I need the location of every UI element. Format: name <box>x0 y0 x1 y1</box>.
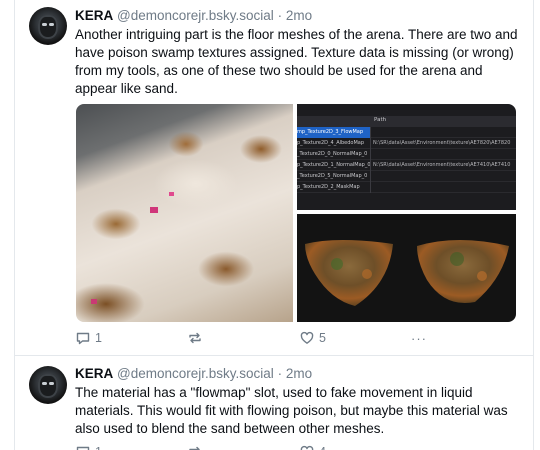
author-name[interactable]: KERA <box>75 8 113 23</box>
repost-icon <box>189 446 200 450</box>
column-header-path: Path <box>374 117 387 123</box>
author-handle[interactable]: @demoncorejr.bsky.social <box>117 8 274 23</box>
feed-thread: KERA @demoncorejr.bsky.social · 2mo Anot… <box>14 0 534 450</box>
table-row: p_Texture2D_2_MaskMap <box>297 182 516 193</box>
texture-name: p_Texture2D_1_NormalMap_0 <box>297 160 371 171</box>
table-row: p_Texture2D_1_NormalMap_0 N:\SR\data\Ass… <box>297 160 516 171</box>
table-header: Path <box>297 116 516 127</box>
texture-name: _Texture2D_0_NormalMap_0 <box>297 149 371 160</box>
repost-button[interactable] <box>187 442 207 450</box>
table-row: mp_Texture2D_3_FlowMap <box>297 127 516 138</box>
texture-path: N:\SR\data\Asset\Environment\texture\AE7… <box>373 162 511 168</box>
avatar[interactable] <box>29 366 67 404</box>
like-count: 4 <box>319 445 326 450</box>
texture-name: p_Texture2D_2_MaskMap <box>297 182 371 193</box>
more-icon: ··· <box>411 330 427 346</box>
reply-button[interactable]: 1 <box>75 442 102 450</box>
texture-path <box>373 182 516 193</box>
like-count: 5 <box>319 331 326 345</box>
texture-path <box>373 149 516 160</box>
separator-dot: · <box>277 366 283 381</box>
texture-path <box>373 171 516 182</box>
reply-button[interactable]: 1 <box>75 328 102 348</box>
post[interactable]: KERA @demoncorejr.bsky.social · 2mo Anot… <box>15 0 533 356</box>
texture-name: p_Texture2D_4_AlbedoMap <box>297 138 371 149</box>
table-row: _Texture2D_5_NormalMap_0 <box>297 171 516 182</box>
table-row: _Texture2D_0_NormalMap_0 <box>297 149 516 160</box>
author-name[interactable]: KERA <box>75 366 113 381</box>
texture-path: N:\SR\data\Asset\Environment\texture\AE7… <box>373 140 511 146</box>
heart-icon <box>300 331 314 344</box>
like-button[interactable]: 5 <box>299 328 326 348</box>
post-text: The material has a "flowmap" slot, used … <box>75 385 508 436</box>
avatar[interactable] <box>29 7 67 45</box>
separator-dot: · <box>277 8 283 23</box>
texture-path <box>373 127 516 138</box>
reply-count: 1 <box>95 331 102 345</box>
mask-graphic <box>38 15 58 39</box>
post-time[interactable]: 2mo <box>286 8 312 23</box>
post-header: KERA @demoncorejr.bsky.social · 2mo <box>75 365 312 382</box>
texture-table-screenshot[interactable]: Path mp_Texture2D_3_FlowMap p_Texture2D_… <box>297 104 516 210</box>
author-handle[interactable]: @demoncorejr.bsky.social <box>117 366 274 381</box>
post-text: Another intriguing part is the floor mes… <box>75 27 518 96</box>
more-options-button[interactable]: ··· <box>411 442 427 450</box>
post-time[interactable]: 2mo <box>286 366 312 381</box>
texture-name: _Texture2D_5_NormalMap_0 <box>297 171 371 182</box>
repost-button[interactable] <box>187 328 207 348</box>
post-actions: 1 5 ··· <box>75 328 527 348</box>
heart-icon <box>300 445 314 450</box>
like-button[interactable]: 4 <box>299 442 326 450</box>
mesh-preview-screenshot[interactable] <box>297 214 516 322</box>
mask-graphic <box>38 374 58 398</box>
table-row: p_Texture2D_4_AlbedoMap N:\SR\data\Asset… <box>297 138 516 149</box>
post[interactable]: KERA @demoncorejr.bsky.social · 2mo The … <box>15 357 533 450</box>
post-actions: 1 4 ··· <box>75 442 527 450</box>
texture-name: mp_Texture2D_3_FlowMap <box>297 127 371 138</box>
arena-floor-screenshot[interactable] <box>76 104 293 322</box>
post-header: KERA @demoncorejr.bsky.social · 2mo <box>75 7 312 24</box>
more-icon: ··· <box>411 445 427 450</box>
reply-count: 1 <box>95 445 102 450</box>
image-gallery: Path mp_Texture2D_3_FlowMap p_Texture2D_… <box>76 104 516 322</box>
reply-icon <box>76 332 90 345</box>
repost-icon <box>189 332 201 344</box>
mesh-shapes <box>305 240 509 306</box>
more-options-button[interactable]: ··· <box>411 328 427 348</box>
reply-icon <box>76 446 90 450</box>
